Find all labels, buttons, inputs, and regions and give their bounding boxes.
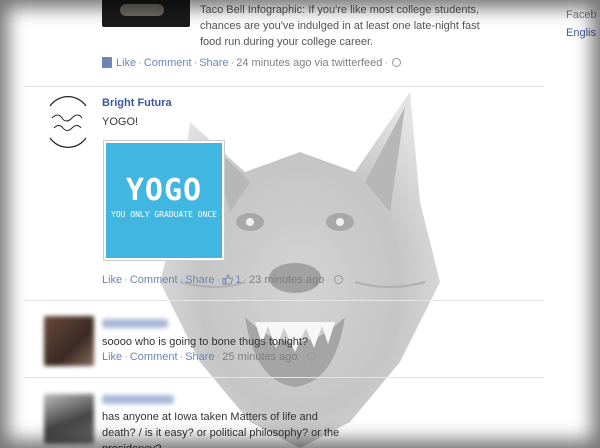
story-actions: Like · Comment · Share · 25 minutes ago · (102, 351, 317, 363)
story-actions: Like · Comment · Share · 1 · 23 minutes ago · (102, 274, 343, 286)
bright-futura-logo-avatar[interactable] (42, 96, 94, 148)
share-link[interactable]: Share (185, 351, 214, 363)
story-divider (24, 377, 544, 378)
post-author-blurred[interactable] (102, 395, 174, 404)
post-text: YOGO! (102, 116, 139, 128)
comment-link[interactable]: Comment (130, 351, 178, 363)
yogo-graphic: YOGO YOU ONLY GRADUATE ONCE (106, 143, 222, 258)
post-text: has anyone at Iowa taken Matters of life… (102, 411, 340, 448)
avatar[interactable] (44, 316, 94, 366)
language-link[interactable]: Englis (566, 24, 600, 42)
feed-story: Bright Futura YOGO! (24, 96, 544, 296)
story-timestamp[interactable]: 23 minutes ago (249, 274, 324, 286)
post-author-blurred[interactable] (102, 319, 168, 328)
shared-link-thumbnail[interactable] (102, 0, 190, 27)
story-divider (24, 86, 544, 87)
share-link[interactable]: Share (185, 274, 214, 286)
note-icon (102, 57, 112, 68)
news-feed: Taco Bell Infographic: If you're like mo… (24, 0, 544, 448)
post-author[interactable]: Bright Futura (102, 97, 172, 109)
story-divider (24, 300, 544, 301)
shared-link-description: Taco Bell Infographic: If you're like mo… (200, 4, 480, 48)
avatar[interactable] (44, 394, 94, 444)
share-link[interactable]: Share (199, 57, 228, 69)
post-text: soooo who is going to bone thugs tonight… (102, 336, 309, 348)
story-timestamp[interactable]: 24 minutes ago via twitterfeed (236, 57, 382, 69)
like-link[interactable]: Like (102, 274, 122, 286)
feed-story: soooo who is going to bone thugs tonight… (24, 314, 544, 374)
yogo-subtitle: YOU ONLY GRADUATE ONCE (111, 210, 217, 219)
right-sidebar: Faceb Englis (566, 6, 600, 42)
yogo-post-image[interactable]: YOGO YOU ONLY GRADUATE ONCE (103, 140, 225, 261)
globe-icon (333, 275, 343, 284)
story-actions: Like · Comment · Share · 24 minutes ago via tw… (102, 57, 402, 69)
feed-story: has anyone at Iowa taken Matters of life… (24, 388, 544, 448)
sidebar-footer-text: Faceb (566, 9, 597, 21)
thumbs-up-icon[interactable] (222, 274, 234, 285)
comment-link[interactable]: Comment (130, 274, 178, 286)
globe-icon (307, 352, 317, 361)
story-timestamp[interactable]: 25 minutes ago (222, 351, 297, 363)
like-link[interactable]: Like (102, 351, 122, 363)
comment-link[interactable]: Comment (144, 57, 192, 69)
globe-icon (392, 58, 402, 67)
yogo-title: YOGO (125, 173, 203, 208)
feed-story: Taco Bell Infographic: If you're like mo… (24, 0, 544, 80)
like-link[interactable]: Like (116, 57, 136, 69)
